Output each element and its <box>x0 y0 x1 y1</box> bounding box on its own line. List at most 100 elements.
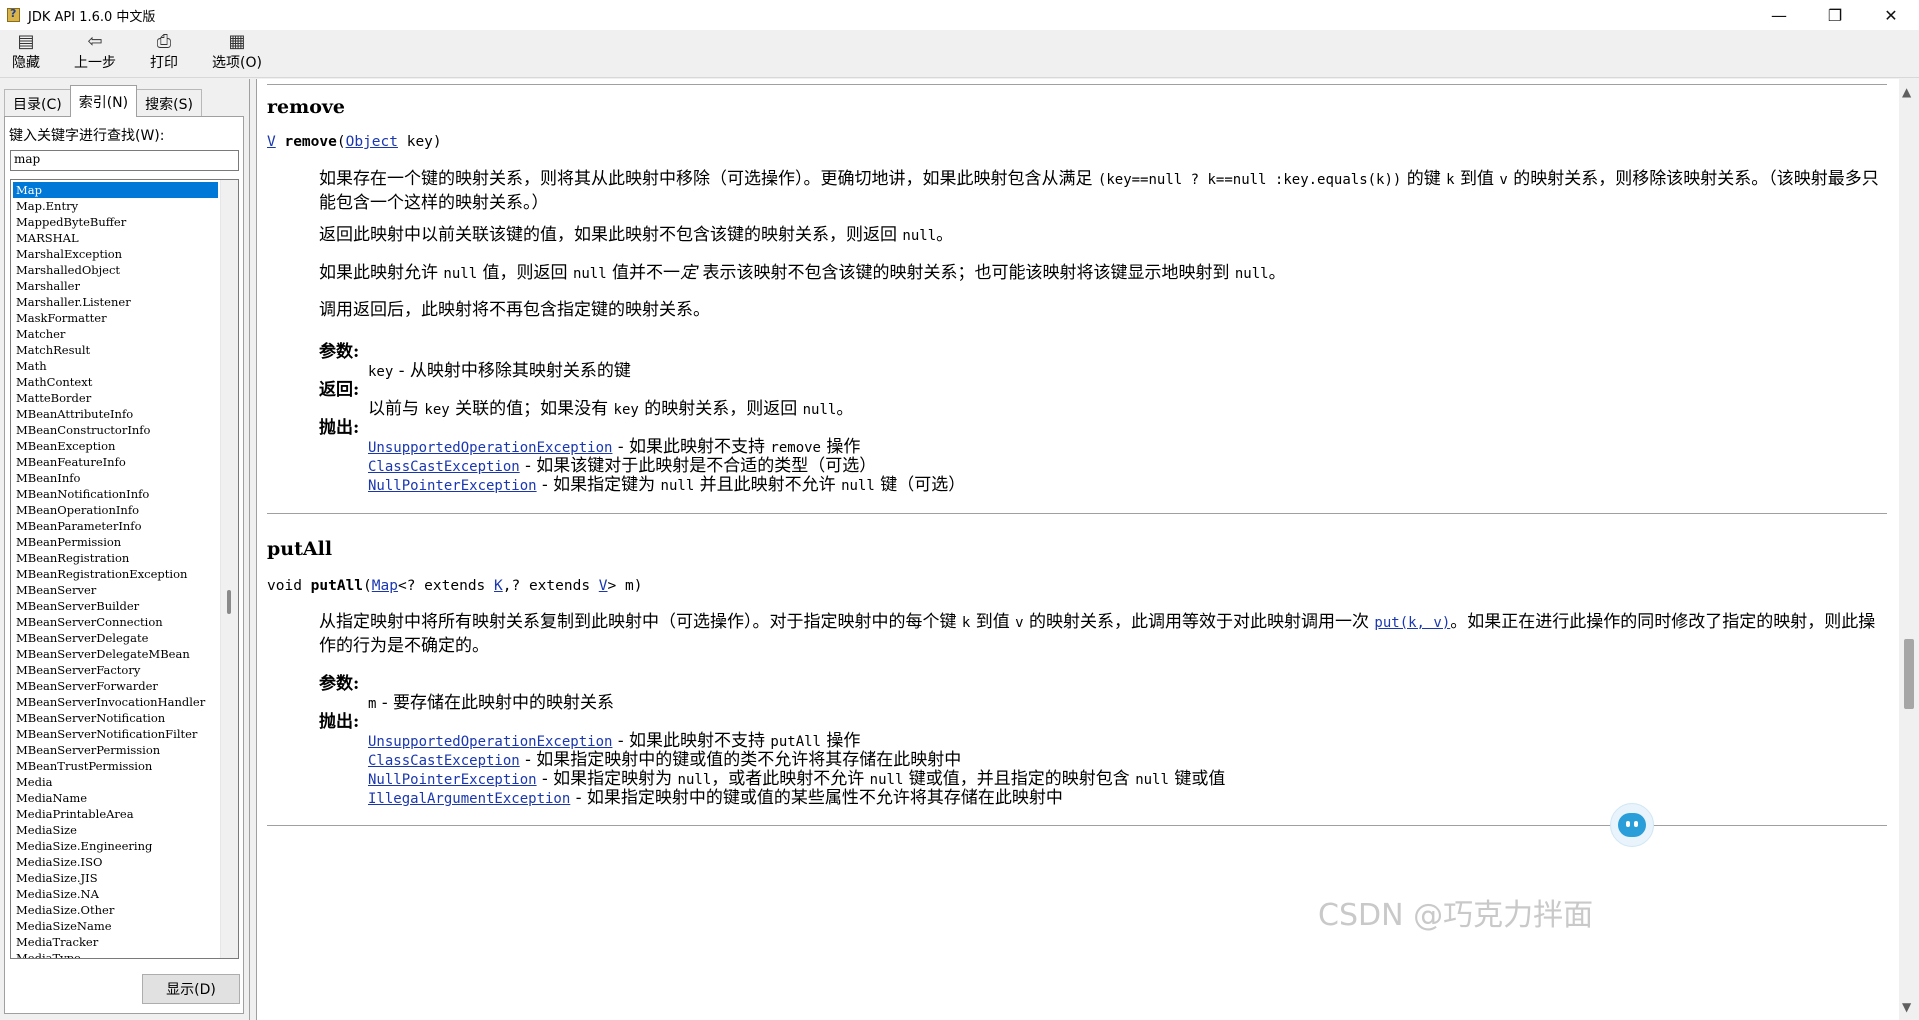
print-button[interactable]: ⎙ 打印 <box>150 30 178 72</box>
index-list-item[interactable]: Map.Entry <box>13 198 218 214</box>
index-list-item[interactable]: MatchResult <box>13 342 218 358</box>
index-list-item[interactable]: MediaSize.ISO <box>13 854 218 870</box>
text: - 如果指定映射中的键或值的某些属性不允许将其存储在此映射中 <box>570 788 1063 808</box>
index-list-item[interactable]: Media <box>13 774 218 790</box>
index-list-item[interactable]: MBeanServerNotificationFilter <box>13 726 218 742</box>
type-link-object[interactable]: Object <box>346 134 398 150</box>
maximize-button[interactable]: ❐ <box>1807 0 1863 30</box>
navigation-panel: 目录(C) 索引(N) 搜索(S) 键入关键字进行查找(W): map Map M… <box>0 79 250 1020</box>
code: k <box>1446 172 1455 188</box>
tab-search[interactable]: 搜索(S) <box>136 89 202 117</box>
index-list-item[interactable]: Matcher <box>13 326 218 342</box>
index-list-item[interactable]: MaskFormatter <box>13 310 218 326</box>
index-list-item[interactable]: MBeanNotificationInfo <box>13 486 218 502</box>
index-list-item[interactable]: MediaType <box>13 950 218 958</box>
param-m: m - 要存储在此映射中的映射关系 <box>368 688 614 713</box>
index-list-item[interactable]: MBeanOperationInfo <box>13 502 218 518</box>
text: - 如果指定键为 <box>536 475 661 495</box>
index-list-item[interactable]: MediaSize <box>13 822 218 838</box>
index-list-item[interactable]: Marshaller <box>13 278 218 294</box>
index-list-item[interactable]: MBeanConstructorInfo <box>13 422 218 438</box>
index-pane: 键入关键字进行查找(W): map Map Map.Entry MappedByte… <box>4 116 244 1014</box>
index-list-item[interactable]: MarshalException <box>13 246 218 262</box>
type-link-v[interactable]: V <box>599 578 608 594</box>
index-list-item[interactable]: MBeanServerBuilder <box>13 598 218 614</box>
scroll-down-icon[interactable]: ▼ <box>1902 1000 1911 1014</box>
text: 。 <box>936 225 954 245</box>
type-link-v[interactable]: V <box>267 134 276 150</box>
index-list-item[interactable]: MBeanTrustPermission <box>13 758 218 774</box>
index-list-item[interactable]: MBeanServerFactory <box>13 662 218 678</box>
code: v <box>1499 172 1508 188</box>
throws-label: 抛出: <box>319 418 360 438</box>
text: 的键 <box>1401 169 1447 189</box>
display-button[interactable]: 显示(D) <box>142 974 240 1004</box>
index-list-item[interactable]: MBeanServerDelegateMBean <box>13 646 218 662</box>
index-list-item[interactable]: MBeanServerConnection <box>13 614 218 630</box>
type-link-map[interactable]: Map <box>372 578 398 594</box>
index-list-item[interactable]: MediaTracker <box>13 934 218 950</box>
exception-link[interactable]: NullPointerException <box>368 478 537 494</box>
index-list-item[interactable]: MarshalledObject <box>13 262 218 278</box>
index-list-item[interactable]: MARSHAL <box>13 230 218 246</box>
index-list-item[interactable]: MBeanInfo <box>13 470 218 486</box>
index-list-item[interactable]: MBeanServerForwarder <box>13 678 218 694</box>
content-scrollbar[interactable]: ▲ ▼ <box>1899 79 1919 1020</box>
content-scroll-thumb[interactable] <box>1904 639 1914 709</box>
divider <box>267 513 1887 514</box>
index-list-item[interactable]: MBeanPermission <box>13 534 218 550</box>
options-button[interactable]: ▦ 选项(O) <box>212 30 262 72</box>
tab-index[interactable]: 索引(N) <box>69 85 138 117</box>
hide-button[interactable]: ▤ 隐藏 <box>12 30 40 72</box>
remove-description-4: 调用返回后，此映射将不再包含指定键的映射关系。 <box>319 300 710 320</box>
index-list-item[interactable]: MBeanException <box>13 438 218 454</box>
method-heading-putall: putAll <box>267 538 333 560</box>
close-button[interactable]: ✕ <box>1863 0 1919 30</box>
text: 如果此映射允许 <box>319 263 444 283</box>
index-list-item[interactable]: MBeanServerInvocationHandler <box>13 694 218 710</box>
index-list-item[interactable]: MBeanServerPermission <box>13 742 218 758</box>
put-method-link[interactable]: put(k, v) <box>1374 615 1450 631</box>
index-list-item[interactable]: MatteBorder <box>13 390 218 406</box>
text: 到值 <box>970 612 1016 632</box>
code: key <box>368 364 394 380</box>
index-list-item[interactable]: MediaSize.Other <box>13 902 218 918</box>
index-list-item[interactable]: MediaPrintableArea <box>13 806 218 822</box>
index-list-item[interactable]: MediaName <box>13 790 218 806</box>
back-label: 上一步 <box>74 55 116 71</box>
index-list-item[interactable]: Marshaller.Listener <box>13 294 218 310</box>
index-list-scroll-thumb[interactable] <box>227 590 231 614</box>
index-list-item[interactable]: MBeanRegistration <box>13 550 218 566</box>
type-link-k[interactable]: K <box>494 578 503 594</box>
index-list-item[interactable]: MBeanParameterInfo <box>13 518 218 534</box>
index-list-item[interactable]: MBeanRegistrationException <box>13 566 218 582</box>
hide-label: 隐藏 <box>12 55 40 71</box>
minimize-button[interactable]: — <box>1751 0 1807 30</box>
index-list-item[interactable]: Math <box>13 358 218 374</box>
index-list-item[interactable]: MBeanServerDelegate <box>13 630 218 646</box>
chat-assistant-icon[interactable] <box>1610 803 1654 847</box>
tab-contents[interactable]: 目录(C) <box>4 89 71 117</box>
index-list-item[interactable]: MBeanAttributeInfo <box>13 406 218 422</box>
sig-text: <? extends <box>397 578 495 594</box>
index-list-item[interactable]: MappedByteBuffer <box>13 214 218 230</box>
index-list-item[interactable]: MediaSize.Engineering <box>13 838 218 854</box>
index-list[interactable]: Map Map.Entry MappedByteBuffer MARSHAL Marsh… <box>10 179 239 959</box>
remove-description-2: 返回此映射中以前关联该键的值，如果此映射不包含该键的映射关系，则返回 null。 <box>319 224 1884 248</box>
keyword-input[interactable]: map <box>10 150 239 171</box>
index-list-item[interactable]: MediaSize.JIS <box>13 870 218 886</box>
index-list-item[interactable]: Map <box>13 182 218 198</box>
code: null <box>841 478 875 494</box>
index-list-item[interactable]: MBeanServerNotification <box>13 710 218 726</box>
index-list-item[interactable]: MBeanFeatureInfo <box>13 454 218 470</box>
index-list-scrollbar[interactable] <box>220 180 238 958</box>
scroll-up-icon[interactable]: ▲ <box>1902 85 1911 99</box>
back-button[interactable]: ⇦ 上一步 <box>74 30 116 72</box>
index-list-item[interactable]: MBeanServer <box>13 582 218 598</box>
exception-link[interactable]: IllegalArgumentException <box>368 791 570 807</box>
code: null <box>572 266 607 282</box>
sig-return: void <box>267 578 311 594</box>
index-list-item[interactable]: MathContext <box>13 374 218 390</box>
index-list-item[interactable]: MediaSize.NA <box>13 886 218 902</box>
index-list-item[interactable]: MediaSizeName <box>13 918 218 934</box>
